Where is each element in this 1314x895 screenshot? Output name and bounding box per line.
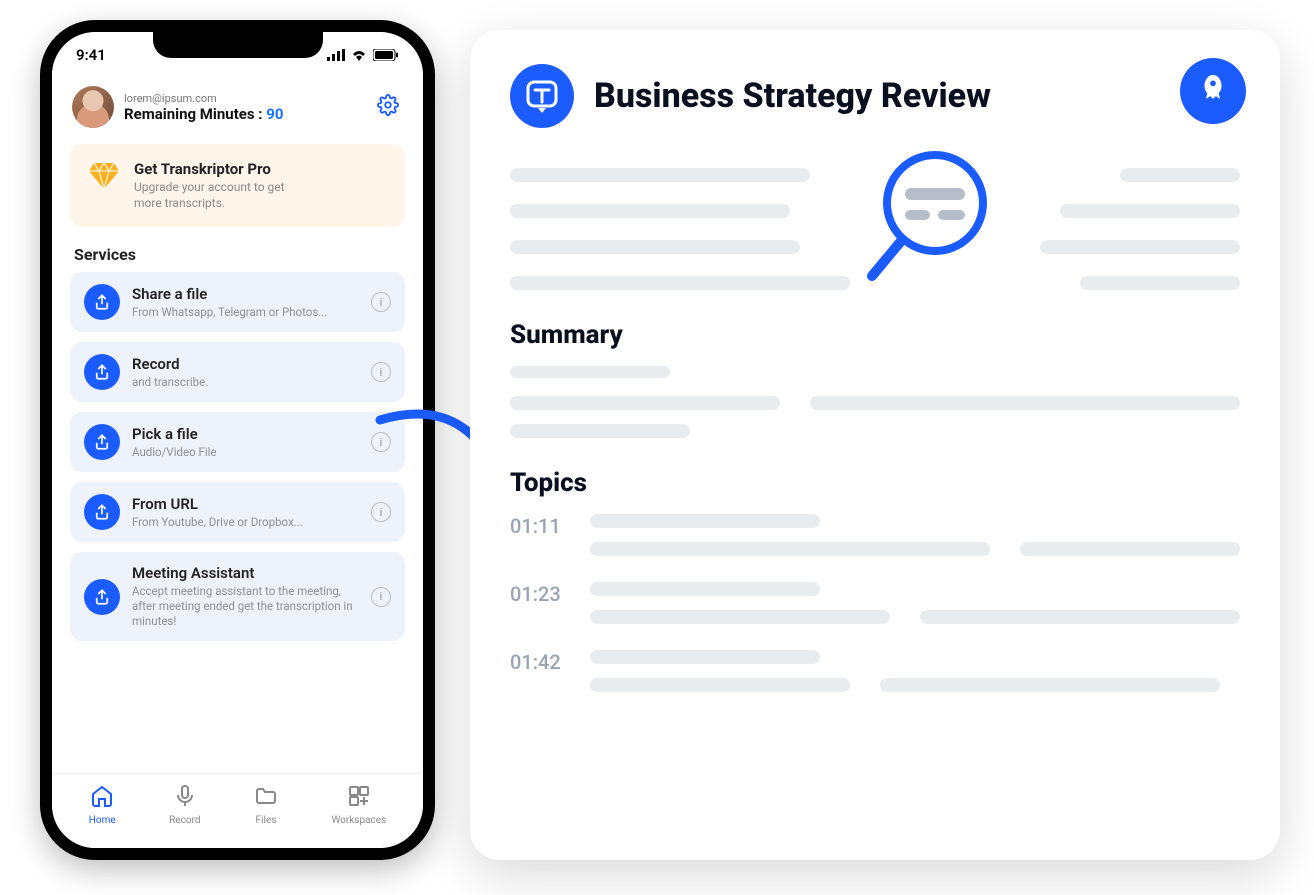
- service-subtitle: Accept meeting assistant to the meeting,…: [132, 584, 359, 629]
- tab-record[interactable]: Record: [169, 784, 200, 826]
- services-list: Share a file From Whatsapp, Telegram or …: [52, 272, 423, 641]
- service-title: Record: [132, 355, 359, 373]
- tab-workspaces[interactable]: Workspaces: [331, 784, 386, 826]
- info-icon[interactable]: i: [371, 587, 391, 607]
- grid-icon: [347, 784, 371, 811]
- minutes-label: Remaining Minutes :: [124, 105, 266, 123]
- service-share-file[interactable]: Share a file From Whatsapp, Telegram or …: [70, 272, 405, 332]
- app-logo-icon: [510, 64, 574, 128]
- summary-heading: Summary: [510, 320, 1240, 350]
- service-from-url[interactable]: From URL From Youtube, Drive or Dropbox.…: [70, 482, 405, 542]
- info-icon[interactable]: i: [371, 432, 391, 452]
- service-title: Meeting Assistant: [132, 564, 359, 582]
- service-meeting-assistant[interactable]: Meeting Assistant Accept meeting assista…: [70, 552, 405, 641]
- magnifier-icon: [860, 148, 1010, 298]
- remaining-minutes: Remaining Minutes : 90: [124, 105, 373, 123]
- wifi-icon: [351, 49, 367, 61]
- tab-label: Record: [169, 815, 200, 826]
- tab-label: Workspaces: [331, 815, 386, 826]
- topic-time: 01:11: [510, 514, 570, 538]
- service-subtitle: From Youtube, Drive or Dropbox...: [132, 515, 359, 530]
- topic-row[interactable]: 01:42: [510, 650, 1240, 706]
- info-icon[interactable]: i: [371, 502, 391, 522]
- phone-notch: [153, 30, 323, 58]
- gear-icon: [377, 94, 399, 120]
- battery-icon: [373, 49, 399, 61]
- upgrade-promo-card[interactable]: Get Transkriptor Pro Upgrade your accoun…: [70, 144, 405, 227]
- tab-label: Home: [89, 815, 116, 826]
- share-icon: [84, 284, 120, 320]
- tab-label: Files: [256, 815, 277, 826]
- account-header: lorem@ipsum.com Remaining Minutes : 90: [52, 78, 423, 132]
- cellular-icon: [327, 49, 345, 61]
- mic-icon: [173, 784, 197, 811]
- services-heading: Services: [52, 239, 423, 272]
- info-icon[interactable]: i: [371, 362, 391, 382]
- service-title: From URL: [132, 495, 359, 513]
- rocket-icon: [1196, 72, 1230, 110]
- document-panel: Business Strategy Review Summary: [470, 30, 1280, 860]
- tab-files[interactable]: Files: [254, 784, 278, 826]
- tab-home[interactable]: Home: [89, 784, 116, 826]
- service-subtitle: and transcribe.: [132, 375, 359, 390]
- topic-row[interactable]: 01:23: [510, 582, 1240, 638]
- home-icon: [90, 784, 114, 811]
- minutes-value: 90: [266, 105, 283, 123]
- topic-time: 01:23: [510, 582, 570, 606]
- folder-icon: [254, 784, 278, 811]
- diamond-icon: [88, 160, 120, 192]
- info-icon[interactable]: i: [371, 292, 391, 312]
- share-icon: [84, 494, 120, 530]
- service-subtitle: Audio/Video File: [132, 445, 359, 460]
- tab-bar: Home Record Files Workspaces: [52, 773, 423, 848]
- promo-subtitle: Upgrade your account to get more transcr…: [134, 180, 314, 211]
- promo-title: Get Transkriptor Pro: [134, 160, 314, 178]
- service-title: Share a file: [132, 285, 359, 303]
- status-time: 9:41: [76, 46, 106, 64]
- share-icon: [84, 354, 120, 390]
- boost-button[interactable]: [1180, 58, 1246, 124]
- service-subtitle: From Whatsapp, Telegram or Photos...: [132, 305, 359, 320]
- intro-skeleton: [510, 168, 1240, 290]
- topic-row[interactable]: 01:11: [510, 514, 1240, 570]
- share-icon: [84, 424, 120, 460]
- topics-heading: Topics: [510, 468, 1240, 498]
- service-pick-file[interactable]: Pick a file Audio/Video File i: [70, 412, 405, 472]
- service-title: Pick a file: [132, 425, 359, 443]
- document-title: Business Strategy Review: [594, 76, 991, 116]
- topic-time: 01:42: [510, 650, 570, 674]
- summary-skeleton: [510, 366, 1240, 438]
- service-record[interactable]: Record and transcribe. i: [70, 342, 405, 402]
- user-email: lorem@ipsum.com: [124, 92, 373, 105]
- share-icon: [84, 579, 120, 615]
- phone-mockup: 9:41 lorem@ipsum.com: [40, 20, 435, 860]
- avatar[interactable]: [72, 86, 114, 128]
- settings-button[interactable]: [373, 92, 403, 122]
